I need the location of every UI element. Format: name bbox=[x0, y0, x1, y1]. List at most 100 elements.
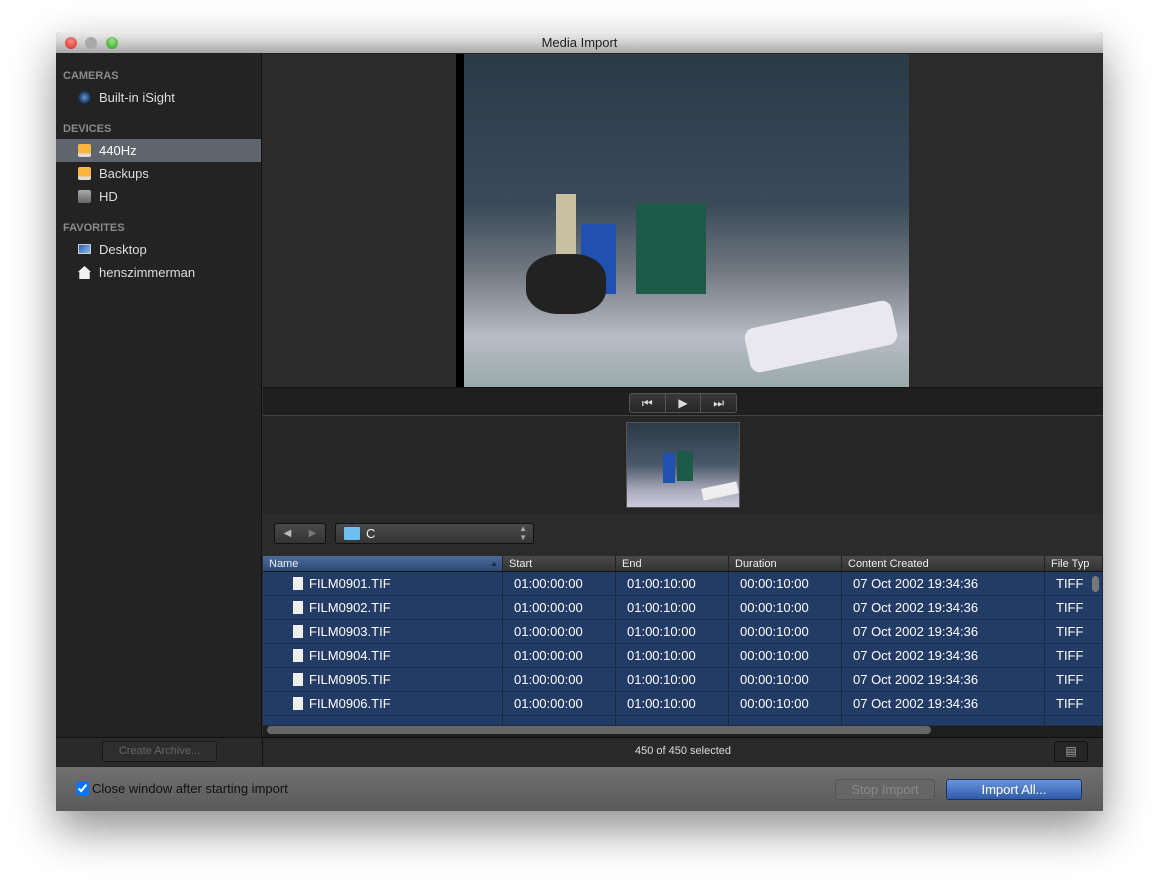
close-window-label: Close window after starting import bbox=[92, 781, 288, 796]
cell-duration: 00:00:10:00 bbox=[729, 572, 842, 595]
sidebar-item-hd[interactable]: HD bbox=[56, 185, 261, 208]
sort-ascending-icon: ▲ bbox=[490, 559, 498, 568]
footer: Close window after starting import Stop … bbox=[56, 766, 1103, 811]
folder-icon bbox=[344, 527, 360, 540]
filmstrip bbox=[263, 416, 1103, 514]
cell-duration: 00:00:10:00 bbox=[729, 596, 842, 619]
tiff-file-icon bbox=[293, 673, 303, 686]
updown-chevron-icon: ▲ ▼ bbox=[519, 524, 527, 542]
section-cameras: CAMERAS bbox=[63, 70, 119, 82]
folder-popup[interactable]: C ▲ ▼ bbox=[335, 523, 534, 544]
sidebar-item-label: henszimmerman bbox=[99, 265, 196, 280]
cell-duration: 00:00:10:00 bbox=[729, 620, 842, 643]
tiff-file-icon bbox=[293, 697, 303, 710]
cell-name: FILM0903.TIF bbox=[263, 620, 503, 643]
cell-content-created: 07 Oct 2002 19:34:36 bbox=[842, 668, 1045, 691]
sidebar-item-label: HD bbox=[99, 189, 118, 204]
desktop-icon bbox=[78, 244, 91, 254]
zoom-window-button[interactable] bbox=[106, 37, 118, 49]
column-header-start[interactable]: Start bbox=[503, 556, 616, 571]
title-bar: Media Import bbox=[56, 32, 1103, 54]
selection-count: 450 of 450 selected bbox=[634, 745, 732, 757]
video-preview bbox=[456, 54, 909, 387]
cell-start: 01:00:00:00 bbox=[503, 620, 616, 643]
cell-file-type: TIFF bbox=[1045, 644, 1103, 667]
sidebar-item-built-in-isight[interactable]: Built-in iSight bbox=[56, 86, 261, 109]
table-row[interactable]: FILM0906.TIF 01:00:00:00 01:00:10:00 00:00:… bbox=[263, 692, 1103, 716]
import-all-button[interactable]: Import All... bbox=[946, 779, 1082, 800]
browser-toolbar: ◀ ▶ C ▲ ▼ bbox=[263, 514, 1103, 554]
close-window-option[interactable]: Close window after starting import bbox=[76, 781, 288, 796]
stop-import-button[interactable]: Stop Import bbox=[835, 779, 935, 800]
cell-content-created: 07 Oct 2002 19:34:36 bbox=[842, 644, 1045, 667]
cell-duration: 00:00:10:00 bbox=[729, 668, 842, 691]
camera-icon bbox=[78, 91, 91, 104]
sidebar: CAMERAS Built-in iSight DEVICES 440Hz Ba… bbox=[56, 54, 262, 737]
cell-start: 01:00:00:00 bbox=[503, 596, 616, 619]
status-bar: Create Archive... 450 of 450 selected ▤ bbox=[56, 737, 1103, 766]
table-row[interactable]: FILM0905.TIF 01:00:00:00 01:00:10:00 00:00:… bbox=[263, 668, 1103, 692]
cell-name: FILM0901.TIF bbox=[263, 572, 503, 595]
close-window-checkbox[interactable] bbox=[76, 782, 89, 795]
sidebar-item-backups[interactable]: Backups bbox=[56, 162, 261, 185]
table-row[interactable]: FILM0902.TIF 01:00:00:00 01:00:10:00 00:00:… bbox=[263, 596, 1103, 620]
minimize-window-button[interactable] bbox=[85, 37, 97, 49]
table-row[interactable]: FILM0904.TIF 01:00:00:00 01:00:10:00 00:00:… bbox=[263, 644, 1103, 668]
sidebar-item-label: 440Hz bbox=[99, 143, 137, 158]
cell-start: 01:00:00:00 bbox=[503, 692, 616, 715]
clip-table: Name ▲ Start End Duration Content Created… bbox=[263, 556, 1103, 737]
cell-start: 01:00:00:00 bbox=[503, 572, 616, 595]
cell-start: 01:00:00:00 bbox=[503, 668, 616, 691]
vertical-scrollbar[interactable] bbox=[1092, 576, 1099, 592]
external-drive-icon bbox=[78, 167, 91, 180]
tiff-file-icon bbox=[293, 601, 303, 614]
sidebar-item-440hz[interactable]: 440Hz bbox=[56, 139, 261, 162]
cell-content-created: 07 Oct 2002 19:34:36 bbox=[842, 692, 1045, 715]
filmstrip-icon: ▤ bbox=[1065, 744, 1077, 758]
hard-drive-icon bbox=[78, 190, 91, 203]
cell-file-type: TIFF bbox=[1045, 620, 1103, 643]
forward-button[interactable]: ▶ bbox=[300, 524, 325, 543]
column-header-content-created[interactable]: Content Created bbox=[842, 556, 1045, 571]
cell-end: 01:00:10:00 bbox=[616, 692, 729, 715]
cell-end: 01:00:10:00 bbox=[616, 572, 729, 595]
cell-content-created: 07 Oct 2002 19:34:36 bbox=[842, 572, 1045, 595]
cell-name: FILM0904.TIF bbox=[263, 644, 503, 667]
cell-start: 01:00:00:00 bbox=[503, 644, 616, 667]
filmstrip-toggle-button[interactable]: ▤ bbox=[1054, 741, 1088, 762]
sidebar-item-label: Backups bbox=[99, 166, 149, 181]
column-header-end[interactable]: End bbox=[616, 556, 729, 571]
sidebar-item-desktop[interactable]: Desktop bbox=[56, 238, 261, 261]
play-button[interactable]: ▶ bbox=[666, 394, 702, 412]
folder-name: C bbox=[366, 526, 376, 541]
transport-bar: ⏮ ▶ ⏭ bbox=[263, 387, 1103, 416]
cell-file-type: TIFF bbox=[1045, 692, 1103, 715]
cell-name: FILM0902.TIF bbox=[263, 596, 503, 619]
cell-content-created: 07 Oct 2002 19:34:36 bbox=[842, 620, 1045, 643]
cell-end: 01:00:10:00 bbox=[616, 596, 729, 619]
horizontal-scrollbar[interactable] bbox=[267, 726, 931, 734]
cell-end: 01:00:10:00 bbox=[616, 668, 729, 691]
cell-name: FILM0906.TIF bbox=[263, 692, 503, 715]
cell-name: FILM0905.TIF bbox=[263, 668, 503, 691]
cell-end: 01:00:10:00 bbox=[616, 644, 729, 667]
back-button[interactable]: ◀ bbox=[275, 524, 300, 543]
sidebar-item-label: Desktop bbox=[99, 242, 147, 257]
column-header-duration[interactable]: Duration bbox=[729, 556, 842, 571]
close-window-button[interactable] bbox=[65, 37, 77, 49]
tiff-file-icon bbox=[293, 625, 303, 638]
sidebar-item-henszimmerman[interactable]: henszimmerman bbox=[56, 261, 261, 284]
cell-duration: 00:00:10:00 bbox=[729, 644, 842, 667]
clip-thumbnail[interactable] bbox=[626, 422, 740, 508]
column-header-file-type[interactable]: File Typ bbox=[1045, 556, 1103, 571]
section-favorites: FAVORITES bbox=[63, 222, 125, 234]
window-title: Media Import bbox=[541, 35, 618, 50]
table-row[interactable]: FILM0903.TIF 01:00:00:00 01:00:10:00 00:00:… bbox=[263, 620, 1103, 644]
cell-file-type: TIFF bbox=[1045, 596, 1103, 619]
cell-content-created: 07 Oct 2002 19:34:36 bbox=[842, 596, 1045, 619]
previous-clip-button[interactable]: ⏮ bbox=[630, 394, 666, 412]
next-clip-button[interactable]: ⏭ bbox=[701, 394, 736, 412]
table-row[interactable]: FILM0901.TIF 01:00:00:00 01:00:10:00 00:00:… bbox=[263, 572, 1103, 596]
column-header-name[interactable]: Name ▲ bbox=[263, 556, 503, 571]
create-archive-button[interactable]: Create Archive... bbox=[102, 741, 217, 762]
